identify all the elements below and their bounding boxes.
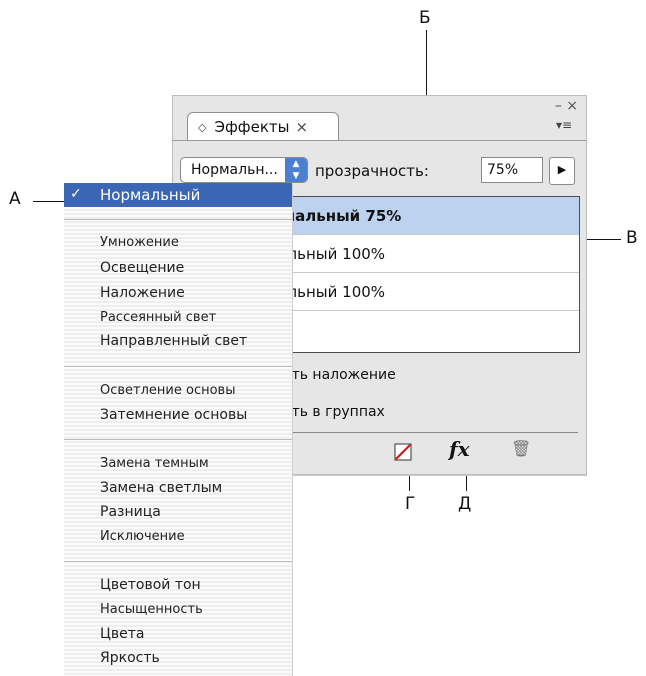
option-groups[interactable]: ать в группах — [283, 404, 385, 420]
callout-v: В — [626, 228, 638, 248]
tab-diamond-icon: ◇ — [198, 120, 207, 134]
trash-icon[interactable]: 🗑 — [511, 439, 531, 458]
updown-arrows-icon[interactable]: ▲ ▼ — [285, 158, 307, 182]
menu-divider — [64, 219, 292, 220]
menu-divider — [64, 366, 292, 367]
check-icon: ✓ — [70, 186, 82, 202]
panel-menu-icon[interactable]: ▾≡ — [550, 116, 578, 134]
clear-effects-icon[interactable] — [394, 442, 412, 461]
menu-item[interactable]: Яркость — [100, 650, 160, 666]
tab-effects[interactable]: ◇ Эффекты × — [187, 112, 339, 141]
tab-label: Эффекты — [214, 118, 290, 136]
opacity-slider-button[interactable]: ▶ — [549, 157, 575, 185]
opacity-input[interactable]: 75% — [481, 157, 543, 183]
callout-a: А — [9, 189, 21, 209]
callout-g: Г — [405, 494, 416, 514]
menu-divider — [64, 439, 292, 440]
option-overprint[interactable]: ать наложение — [283, 367, 396, 383]
menu-item[interactable]: Затемнение основы — [100, 407, 247, 423]
callout-b: Б — [419, 8, 431, 28]
menu-item[interactable]: Замена светлым — [100, 480, 222, 496]
fx-icon[interactable]: fx — [449, 437, 470, 461]
menu-item[interactable]: Осветление основы — [100, 383, 235, 398]
blend-mode-select[interactable]: Нормальн... ▲ ▼ — [180, 157, 308, 183]
menu-item[interactable]: Рассеянный свет — [100, 310, 216, 325]
blend-mode-menu: ✓ Нормальный Умножение Освещение Наложен… — [64, 183, 292, 676]
menu-item[interactable]: Освещение — [100, 260, 184, 276]
menu-item-normal[interactable]: ✓ Нормальный — [64, 183, 292, 207]
menu-item[interactable]: Насыщенность — [100, 602, 203, 617]
callout-d: Д — [458, 494, 472, 514]
menu-item[interactable]: Замена темным — [100, 456, 209, 471]
menu-item[interactable]: Разница — [100, 504, 161, 520]
menu-item[interactable]: Направленный свет — [100, 333, 247, 349]
menu-divider — [64, 561, 292, 562]
menu-item[interactable]: Цветовой тон — [100, 577, 201, 593]
menu-item[interactable]: Цвета — [100, 626, 144, 642]
menu-item-label: Нормальный — [100, 186, 201, 204]
menu-item[interactable]: Исключение — [100, 529, 185, 544]
menu-item[interactable]: Умножение — [100, 235, 179, 250]
blend-mode-value: Нормальн... — [191, 162, 278, 178]
tab-divider — [173, 140, 586, 141]
menu-item[interactable]: Наложение — [100, 285, 185, 301]
tab-close-icon[interactable]: × — [295, 118, 308, 136]
window-controls[interactable]: – × — [555, 98, 578, 114]
opacity-label: прозрачность: — [315, 162, 429, 180]
